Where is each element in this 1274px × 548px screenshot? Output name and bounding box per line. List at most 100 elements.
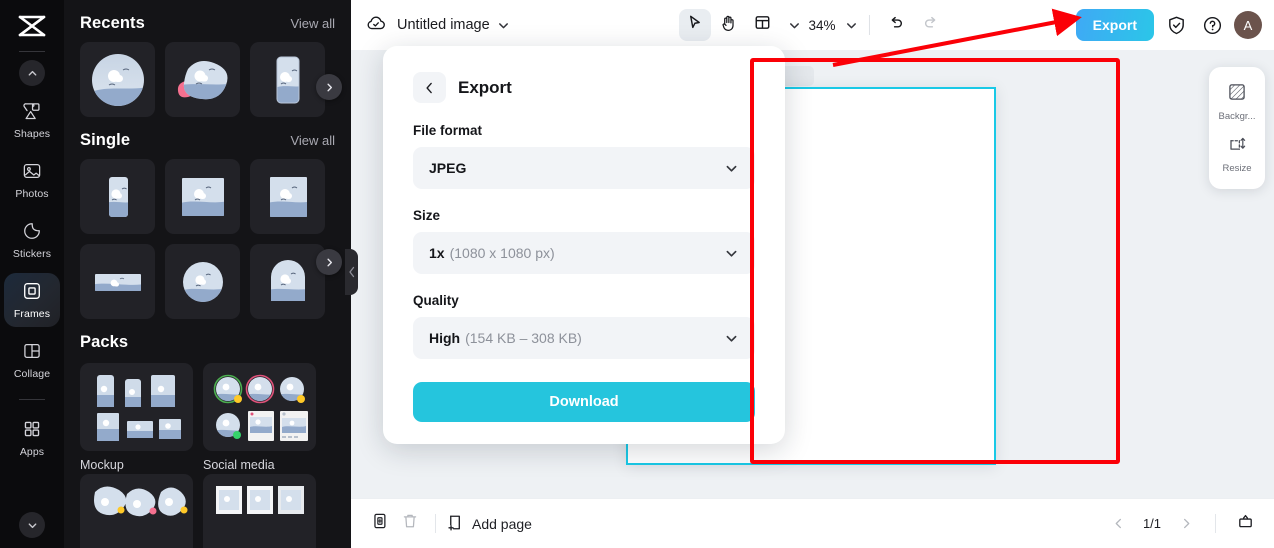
select-tool-button[interactable] [678, 9, 711, 41]
chevron-left-icon [348, 266, 354, 278]
next-page-button[interactable] [1171, 509, 1201, 539]
page-indicator: 1/1 [1142, 516, 1162, 531]
quality-filesize: (154 KB – 308 KB) [465, 330, 582, 346]
sidebar-item-apps[interactable]: Apps [4, 411, 60, 465]
redo-button[interactable] [915, 9, 947, 41]
undo-icon [888, 14, 905, 36]
resize-icon [1227, 134, 1247, 159]
float-tool-label: Resize [1222, 163, 1252, 174]
sidebar-item-label: Collage [13, 367, 51, 380]
resize-tool-button[interactable]: Resize [1209, 128, 1265, 180]
single-next-button[interactable] [316, 249, 342, 275]
help-circle-icon[interactable] [1198, 11, 1226, 39]
panel-collapse-handle[interactable] [345, 249, 358, 295]
shield-check-icon[interactable] [1162, 11, 1190, 39]
pack-card-mockup[interactable]: Mockup [80, 363, 193, 472]
background-icon [1227, 82, 1247, 107]
toolbar-divider [868, 15, 870, 35]
recents-thumbnail-row [80, 42, 335, 117]
sidebar-item-label: Frames [13, 307, 51, 320]
quality-select[interactable]: High (154 KB – 308 KB) [413, 317, 755, 359]
sidebar-item-label: Photos [15, 187, 49, 200]
frame-thumbnail[interactable] [165, 42, 240, 117]
sidebar-item-label: Stickers [12, 247, 52, 260]
background-tool-button[interactable]: Backgr... [1209, 76, 1265, 128]
quality-value: High [429, 330, 461, 346]
collage-icon [22, 341, 42, 366]
bottom-divider [435, 514, 436, 533]
frame-thumbnail[interactable] [80, 42, 155, 117]
hand-tool-button[interactable] [712, 9, 744, 41]
frame-thumbnail[interactable] [250, 244, 325, 319]
frame-thumbnail[interactable] [80, 244, 155, 319]
view-all-link[interactable]: View all [290, 16, 335, 31]
undo-button[interactable] [881, 9, 913, 41]
size-dimensions: (1080 x 1080 px) [449, 245, 555, 261]
sidebar-item-frames[interactable]: Frames [4, 273, 60, 327]
frame-thumbnail[interactable] [250, 42, 325, 117]
pack-preview [80, 363, 193, 451]
packs-row-1: Mockup Social media [80, 363, 335, 472]
frame-thumbnail[interactable] [165, 159, 240, 234]
export-popover: Export File format JPEG Size 1x (1080 x … [383, 46, 785, 444]
pack-preview [203, 474, 316, 548]
file-format-select[interactable]: JPEG [413, 147, 755, 189]
prev-page-button[interactable] [1103, 509, 1133, 539]
pack-label: Mockup [80, 458, 124, 472]
frame-thumbnail[interactable] [80, 159, 155, 234]
sticker-icon [22, 221, 42, 246]
panel-scroll-region[interactable]: Recents View all Single View all Packs M… [64, 0, 351, 548]
pack-card-partial-right[interactable] [203, 474, 316, 548]
pack-card-social-media[interactable]: Social media [203, 363, 316, 472]
sidebar-item-shapes[interactable]: Shapes [4, 93, 60, 147]
section-title: Single [80, 131, 131, 149]
view-all-link[interactable]: View all [290, 133, 335, 148]
cloud-saved-icon[interactable] [365, 12, 387, 39]
export-button[interactable]: Export [1075, 9, 1154, 41]
add-page-button[interactable]: Add page [446, 513, 532, 535]
present-button[interactable] [1230, 509, 1260, 539]
file-format-value: JPEG [429, 160, 467, 176]
chevron-down-icon [724, 161, 739, 176]
layout-tool-button[interactable] [746, 9, 778, 41]
recents-next-button[interactable] [316, 74, 342, 100]
chevron-down-icon [28, 522, 36, 528]
sidebar-item-label: Shapes [13, 127, 51, 140]
frame-thumbnail[interactable] [165, 244, 240, 319]
zoom-level-value[interactable]: 34% [808, 18, 835, 33]
export-back-button[interactable] [413, 72, 446, 103]
section-title: Packs [80, 333, 129, 351]
add-page-label: Add page [472, 515, 532, 532]
delete-page-button[interactable] [395, 509, 425, 539]
capcut-editor-window: Shapes Photos Stickers Frames Collage Ap… [0, 0, 1274, 548]
single-row-1 [80, 159, 335, 234]
pack-preview [80, 474, 193, 548]
sidebar-item-photos[interactable]: Photos [4, 153, 60, 207]
layout-icon [754, 14, 771, 36]
file-format-label: File format [413, 123, 483, 138]
float-tool-label: Backgr... [1218, 111, 1256, 122]
size-select[interactable]: 1x (1080 x 1080 px) [413, 232, 755, 274]
sidebar-item-collage[interactable]: Collage [4, 333, 60, 387]
layout-chevron-down-icon[interactable] [787, 19, 800, 32]
rail-scroll-up-button[interactable] [19, 60, 45, 86]
duplicate-page-icon [371, 512, 389, 535]
zoom-chevron-down-icon[interactable] [845, 19, 858, 32]
chevron-right-icon [1183, 518, 1189, 529]
bottom-divider-right [1215, 514, 1216, 533]
pack-label: Social media [203, 458, 275, 472]
export-popover-title: Export [458, 77, 512, 97]
trash-icon [401, 512, 419, 535]
rail-scroll-down-button[interactable] [19, 512, 45, 538]
chevron-down-icon[interactable] [497, 19, 510, 32]
document-title[interactable]: Untitled image [397, 17, 490, 33]
avatar[interactable]: A [1234, 11, 1262, 39]
sidebar-item-stickers[interactable]: Stickers [4, 213, 60, 267]
duplicate-page-button[interactable] [365, 509, 395, 539]
single-frames-grid [80, 159, 335, 319]
capcut-logo-icon[interactable] [12, 10, 52, 42]
download-button[interactable]: Download [413, 382, 755, 422]
pack-card-partial-left[interactable] [80, 474, 193, 548]
frame-thumbnail[interactable] [250, 159, 325, 234]
quality-label: Quality [413, 293, 459, 308]
